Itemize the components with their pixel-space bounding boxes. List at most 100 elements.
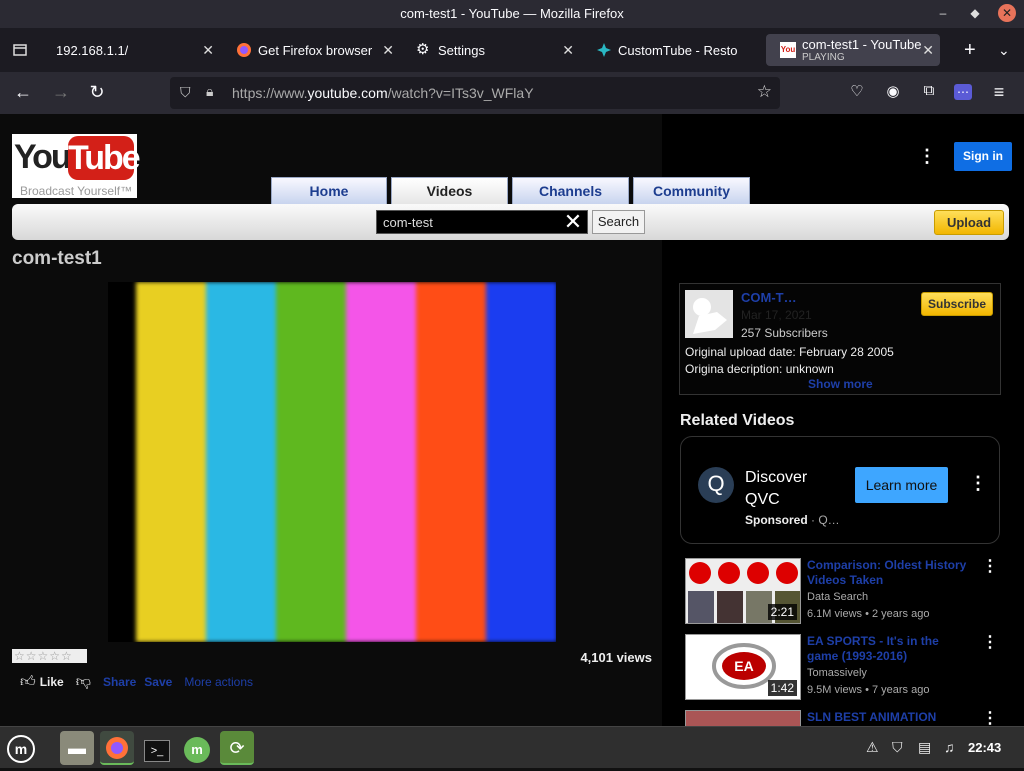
svg-text:EA: EA: [734, 658, 753, 674]
menu-hamburger-icon[interactable]: ≡: [988, 82, 1010, 103]
related-video-title[interactable]: EA SPORTS - It's in the game (1993-2016): [807, 634, 967, 664]
related-video-meta: 6.1M views • 2 years ago: [807, 608, 930, 620]
shield-icon[interactable]: ⛉: [180, 84, 191, 101]
minimize-icon[interactable]: –: [934, 4, 952, 22]
url-text[interactable]: https://www.youtube.com/watch?v=ITs3v_WF…: [232, 85, 534, 101]
back-arrow-icon[interactable]: ←: [12, 82, 34, 103]
close-tab-icon[interactable]: ✕: [202, 42, 214, 59]
shield-tray-icon[interactable]: ⛉: [892, 739, 903, 756]
video-actions: 👍︎ Like 👎︎ Share Save More actions: [20, 672, 253, 692]
clock[interactable]: 22:43: [968, 740, 1001, 755]
new-tab-button[interactable]: +: [950, 34, 978, 66]
nav-tab-community[interactable]: Community: [633, 177, 750, 205]
related-video-item[interactable]: EA 1:42 EA SPORTS - It's in the game (19…: [684, 634, 1000, 704]
like-button[interactable]: Like: [40, 675, 64, 689]
tab-label: Settings: [438, 42, 485, 58]
tab-overview-icon[interactable]: [2, 34, 40, 66]
tab-get-firefox[interactable]: Get Firefox browser ✕: [222, 34, 400, 66]
maximize-icon[interactable]: ◆: [966, 4, 984, 22]
related-video-item[interactable]: SLN BEST ANIMATION ⋮: [684, 710, 1000, 726]
close-tab-icon[interactable]: ✕: [922, 42, 934, 59]
ad-menu-kebab-icon[interactable]: ⋮: [969, 473, 987, 494]
firefox-taskbar-icon[interactable]: [100, 731, 134, 765]
settings-kebab-icon[interactable]: ⋮: [918, 146, 936, 167]
lock-icon[interactable]: 🔒︎: [206, 83, 213, 100]
sign-in-button[interactable]: Sign in: [954, 142, 1012, 171]
show-desktop-icon[interactable]: ▬: [60, 731, 94, 765]
share-link[interactable]: Share: [103, 675, 136, 689]
account-icon[interactable]: ◉: [882, 82, 904, 100]
tab-playing-label: PLAYING: [802, 52, 845, 63]
mint-menu-icon[interactable]: m: [4, 731, 38, 765]
terminal-icon[interactable]: >_: [140, 731, 174, 765]
nav-tab-home[interactable]: Home: [271, 177, 387, 205]
video-duration: 1:42: [767, 680, 797, 696]
view-count: 4,101 views: [580, 650, 652, 665]
extension-badge-icon[interactable]: ⋯: [954, 84, 972, 100]
related-video-channel[interactable]: Tomassively: [807, 667, 867, 679]
tab-customtube[interactable]: CustomTube - Resto: [582, 34, 760, 66]
list-tabs-chevron-down-icon[interactable]: ⌄: [984, 34, 1014, 66]
related-video-title[interactable]: SLN BEST ANIMATION: [807, 710, 967, 725]
thumbs-down-icon[interactable]: 👎︎: [76, 673, 91, 691]
notification-icon[interactable]: ⚠: [866, 739, 879, 756]
extensions-icon[interactable]: ⧉: [918, 82, 940, 99]
bookmark-star-icon[interactable]: ☆: [757, 82, 772, 102]
color-bars-video-frame: [136, 282, 556, 642]
network-icon[interactable]: ▤: [918, 739, 931, 756]
sound-icon[interactable]: ♫: [944, 739, 955, 755]
related-video-title[interactable]: Comparison: Oldest History Videos Taken: [807, 558, 967, 588]
rating-stars[interactable]: ☆☆☆☆☆: [12, 649, 87, 663]
url-bar[interactable]: ⛉ 🔒︎ https://www.youtube.com/watch?v=ITs…: [170, 77, 780, 109]
subscribe-button[interactable]: Subscribe: [921, 292, 993, 316]
ad-card[interactable]: Q Discover QVC Sponsored · Q… Learn more…: [680, 436, 1000, 544]
original-description: Origina decription: unknown: [685, 362, 834, 376]
color-bar: [486, 282, 556, 642]
nav-tab-videos[interactable]: Videos: [391, 177, 508, 205]
search-button[interactable]: Search: [592, 210, 645, 234]
more-actions-link[interactable]: More actions: [184, 675, 253, 689]
channel-info-box: COM-T… Mar 17, 2021 257 Subscribers Orig…: [679, 283, 1001, 395]
video-menu-kebab-icon[interactable]: ⋮: [982, 556, 998, 576]
tab-youtube-active[interactable]: You com-test1 - YouTube PLAYING ✕: [766, 34, 940, 66]
nav-tab-channels[interactable]: Channels: [512, 177, 629, 205]
video-menu-kebab-icon[interactable]: ⋮: [982, 632, 998, 652]
firefox-icon: [236, 42, 252, 58]
save-link[interactable]: Save: [144, 675, 172, 689]
reload-icon[interactable]: ↻: [86, 82, 108, 103]
color-bar: [276, 282, 347, 642]
upload-button[interactable]: Upload: [934, 210, 1004, 235]
window-title: com-test1 - YouTube — Mozilla Firefox: [400, 6, 624, 21]
tab-settings[interactable]: ⚙ Settings ✕: [402, 34, 580, 66]
search-input[interactable]: com-test: [376, 210, 588, 234]
close-tab-icon[interactable]: ✕: [382, 42, 394, 59]
sync-app-icon[interactable]: ⟳: [220, 731, 254, 765]
customtube-icon: [596, 42, 612, 58]
close-tab-icon[interactable]: ✕: [562, 42, 574, 59]
video-menu-kebab-icon[interactable]: ⋮: [982, 708, 998, 726]
ad-sponsored-label: Sponsored · Q…: [745, 513, 840, 527]
related-video-channel[interactable]: Data Search: [807, 591, 868, 603]
youtube-logo[interactable]: You Tube Broadcast Yourself™: [12, 134, 141, 198]
video-player[interactable]: [108, 282, 556, 642]
forward-arrow-icon[interactable]: →: [50, 82, 72, 103]
related-video-item[interactable]: 2:21 Comparison: Oldest History Videos T…: [684, 558, 1000, 628]
mintupdate-icon[interactable]: m: [180, 731, 214, 765]
close-window-icon[interactable]: ✕: [998, 4, 1016, 22]
video-thumbnail[interactable]: [685, 710, 801, 726]
color-bar: [206, 282, 277, 642]
thumbs-up-icon[interactable]: 👍︎: [20, 673, 36, 691]
learn-more-button[interactable]: Learn more: [855, 467, 948, 503]
pocket-icon[interactable]: ♡: [846, 82, 868, 100]
video-thumbnail[interactable]: 2:21: [685, 558, 801, 624]
video-thumbnail[interactable]: EA 1:42: [685, 634, 801, 700]
video-duration: 2:21: [767, 604, 797, 620]
show-more-link[interactable]: Show more: [808, 377, 873, 391]
related-video-meta: 9.5M views • 7 years ago: [807, 684, 930, 696]
tab-router[interactable]: 192.168.1.1/ ✕: [42, 34, 220, 66]
channel-avatar[interactable]: [685, 290, 733, 338]
clear-search-icon[interactable]: ✕: [560, 211, 586, 233]
channel-name[interactable]: COM-T…: [741, 290, 797, 305]
search-bar: com-test ✕ Search Upload: [12, 204, 1009, 240]
channel-date: Mar 17, 2021: [741, 308, 812, 322]
